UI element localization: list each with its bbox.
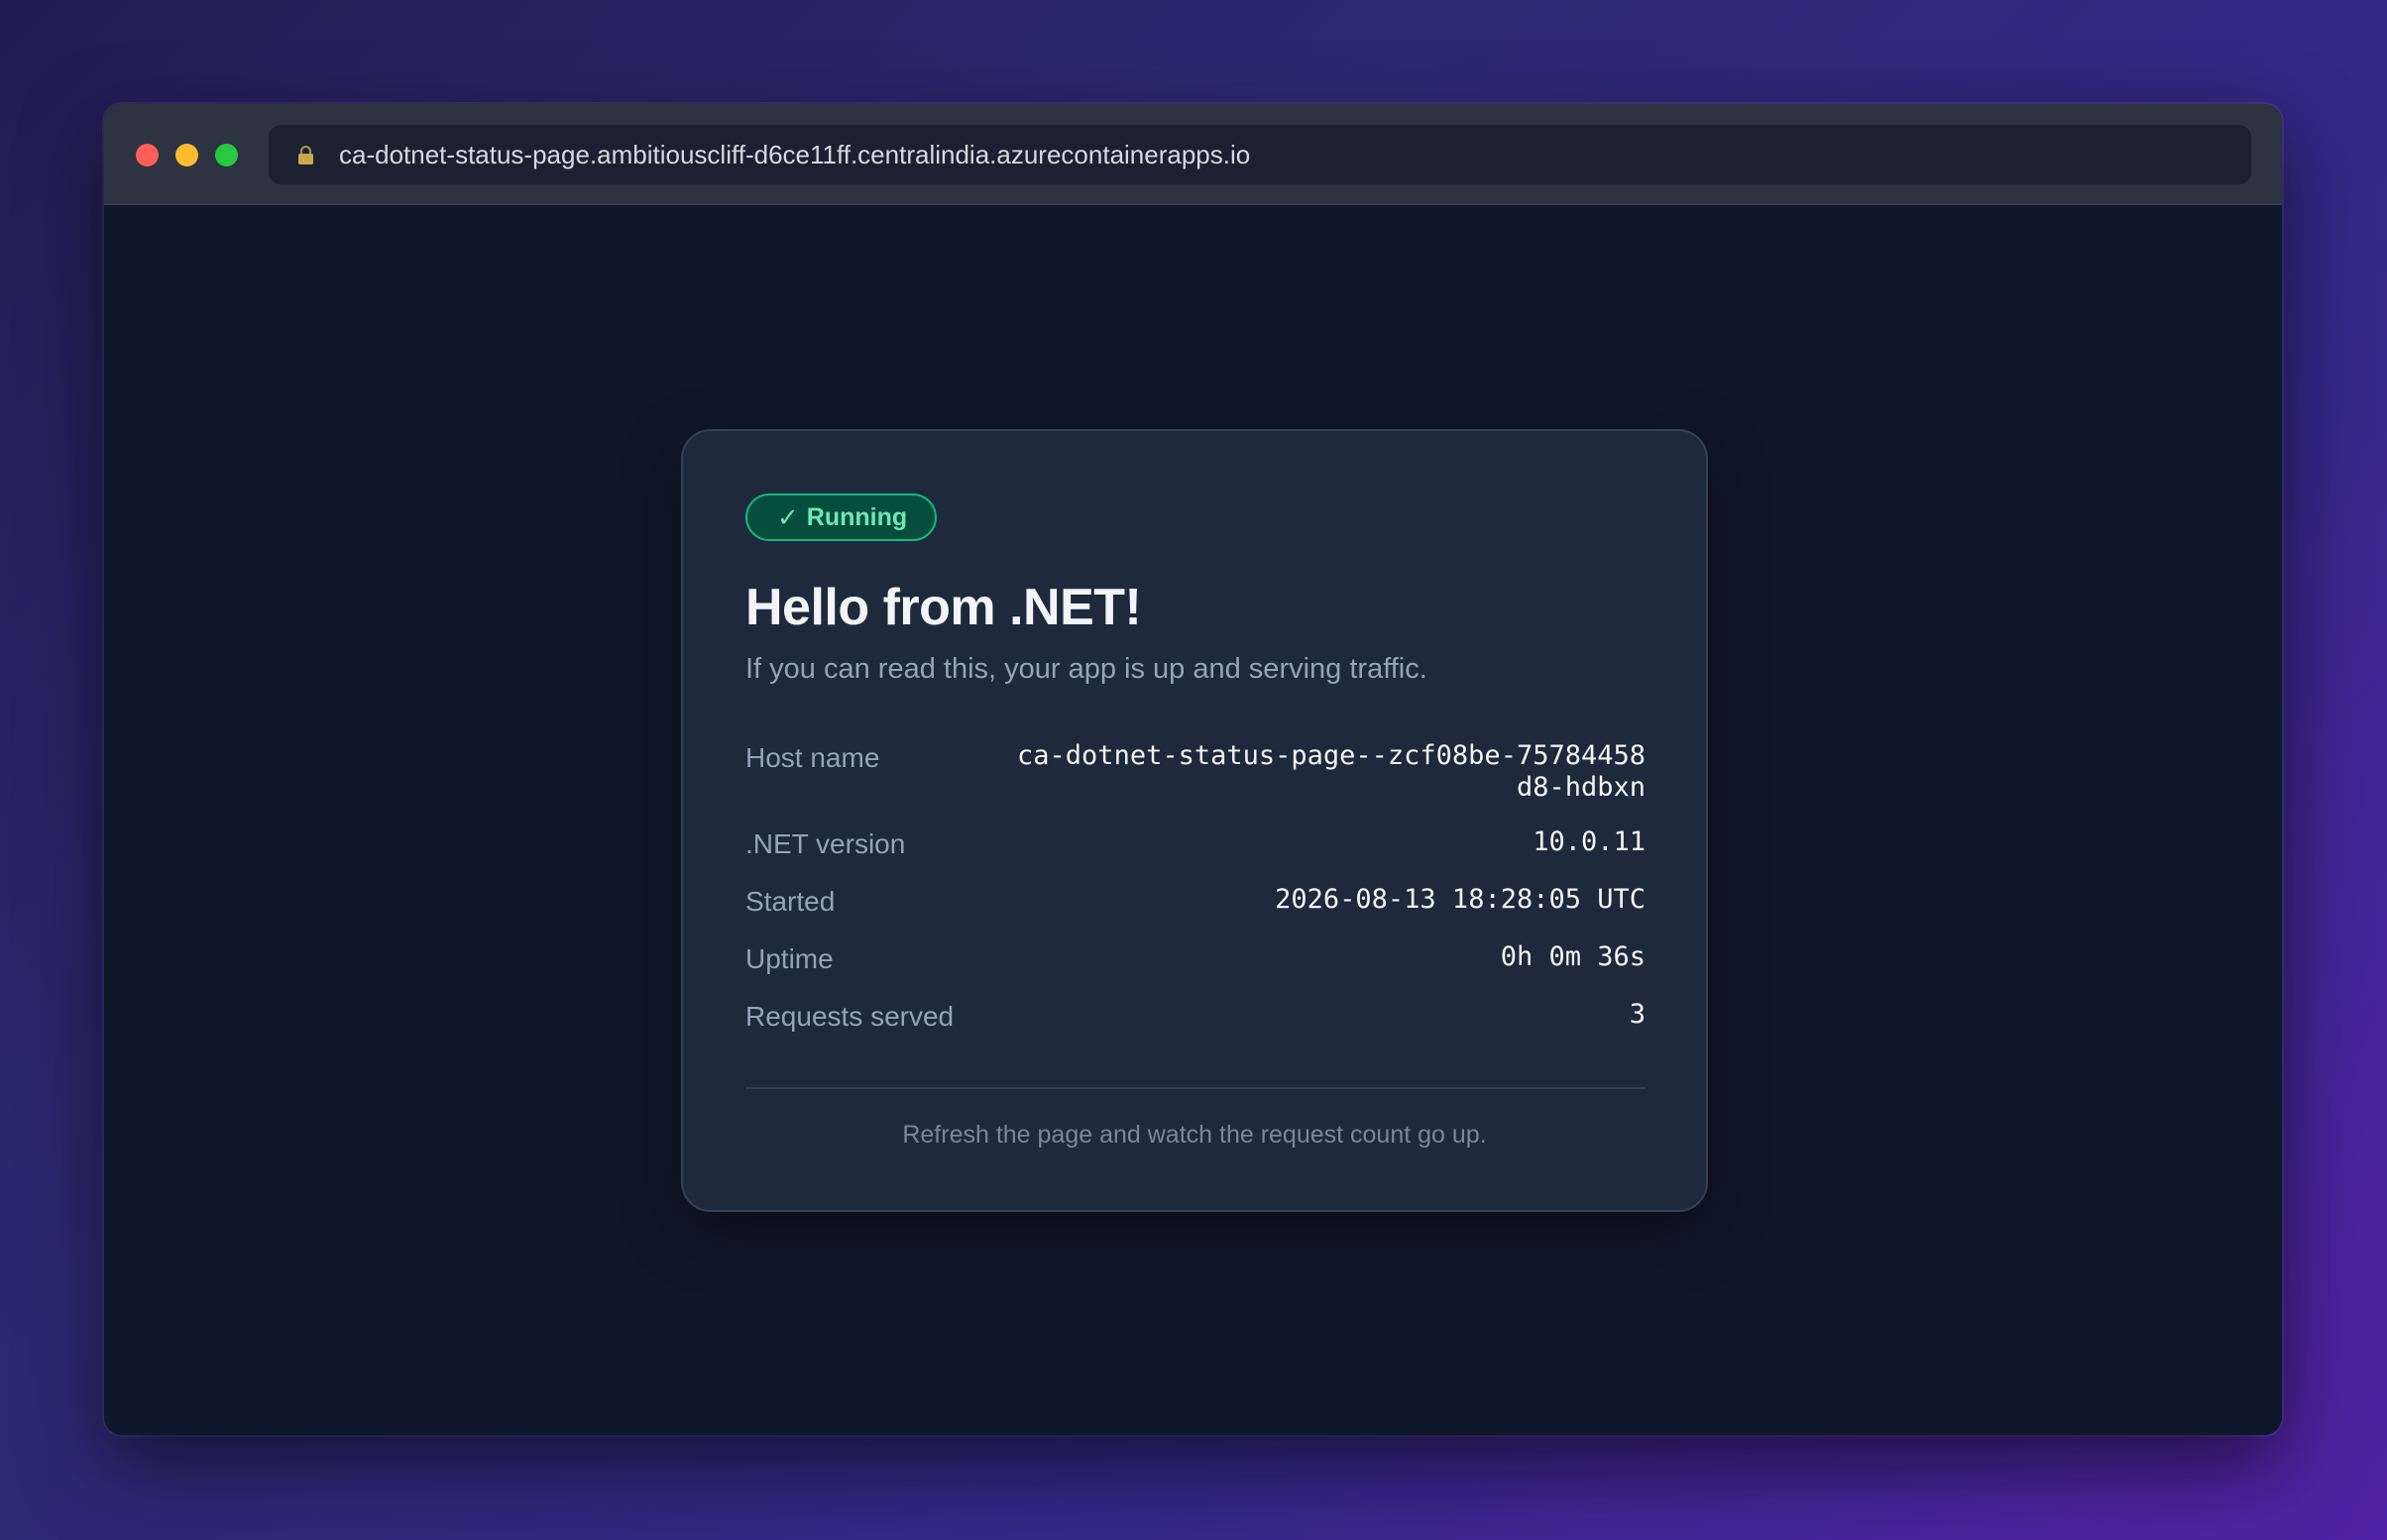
info-label: Uptime [745, 943, 834, 974]
status-badge: ✓ Running [745, 494, 938, 541]
info-value: 3 [1629, 999, 1646, 1030]
lock-icon [298, 146, 313, 165]
browser-titlebar: ca-dotnet-status-page.ambitiouscliff-d6c… [104, 104, 2282, 205]
info-label: Host name [745, 742, 880, 773]
info-value: 10.0.11 [1533, 826, 1646, 857]
minimize-window-button[interactable] [175, 144, 198, 166]
browser-window: ca-dotnet-status-page.ambitiouscliff-d6c… [104, 104, 2282, 1435]
address-bar[interactable]: ca-dotnet-status-page.ambitiouscliff-d6c… [269, 125, 2251, 184]
page-title: Hello from .NET! [745, 579, 1142, 636]
footer-note: Refresh the page and watch the request c… [902, 1121, 1487, 1149]
status-badge-label: Running [806, 503, 908, 531]
info-value: ca-dotnet-status-page--zcf08be-75784458d… [1017, 740, 1646, 803]
info-label: Started [745, 886, 836, 917]
info-value: 0h 0m 36s [1500, 941, 1646, 972]
card-divider [745, 1087, 1646, 1089]
url-text[interactable]: ca-dotnet-status-page.ambitiouscliff-d6c… [339, 139, 1250, 170]
maximize-window-button[interactable] [215, 144, 238, 166]
info-label: Requests served [745, 1001, 955, 1032]
page-subtitle: If you can read this, your app is up and… [745, 653, 1427, 685]
page-content: ✓ Running Hello from .NET! If you can re… [104, 205, 2282, 1435]
close-window-button[interactable] [136, 144, 159, 166]
status-card: ✓ Running Hello from .NET! If you can re… [681, 429, 1708, 1212]
info-label: .NET version [745, 828, 906, 859]
checkmark-icon: ✓ [777, 502, 799, 532]
info-value: 2026-08-13 18:28:05 UTC [1275, 884, 1646, 915]
